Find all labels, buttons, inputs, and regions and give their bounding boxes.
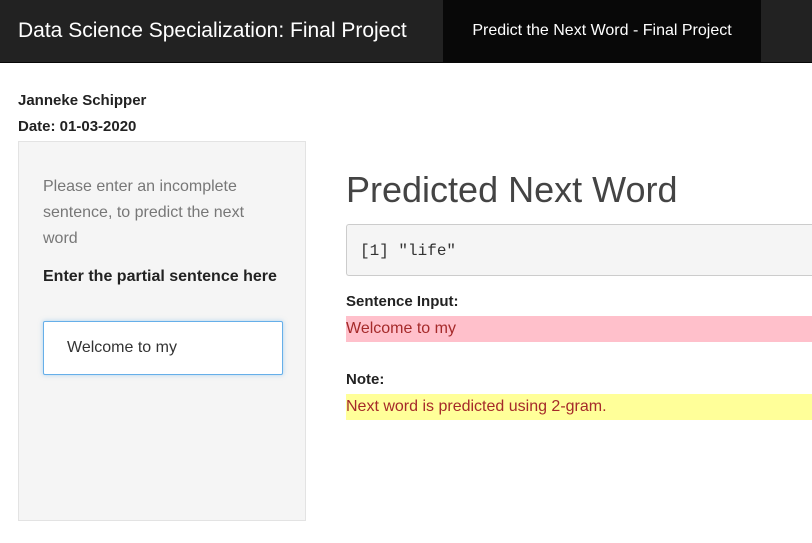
sentence-input-value: Welcome to my [346, 316, 812, 342]
instructions-text: Please enter an incomplete sentence, to … [43, 178, 245, 247]
prediction-output: [1] "life" [346, 224, 812, 276]
note-label: Note: [346, 371, 385, 388]
partial-sentence-input[interactable] [43, 321, 283, 375]
note-value: Next word is predicted using 2-gram. [346, 394, 812, 420]
sidebar-panel: Please enter an incomplete sentence, to … [18, 141, 306, 521]
author-name: Janneke Schipper [18, 92, 147, 109]
top-navbar: Data Science Specialization: Final Proje… [0, 0, 812, 63]
navbar-brand[interactable]: Data Science Specialization: Final Proje… [18, 0, 407, 62]
date-label: Date: 01-03-2020 [18, 118, 137, 135]
partial-sentence-label: Enter the partial sentence here [43, 268, 277, 285]
page-title: Predicted Next Word [346, 169, 678, 210]
tab-predict-next-word[interactable]: Predict the Next Word - Final Project [443, 0, 761, 62]
sentence-input-label: Sentence Input: [346, 293, 459, 310]
